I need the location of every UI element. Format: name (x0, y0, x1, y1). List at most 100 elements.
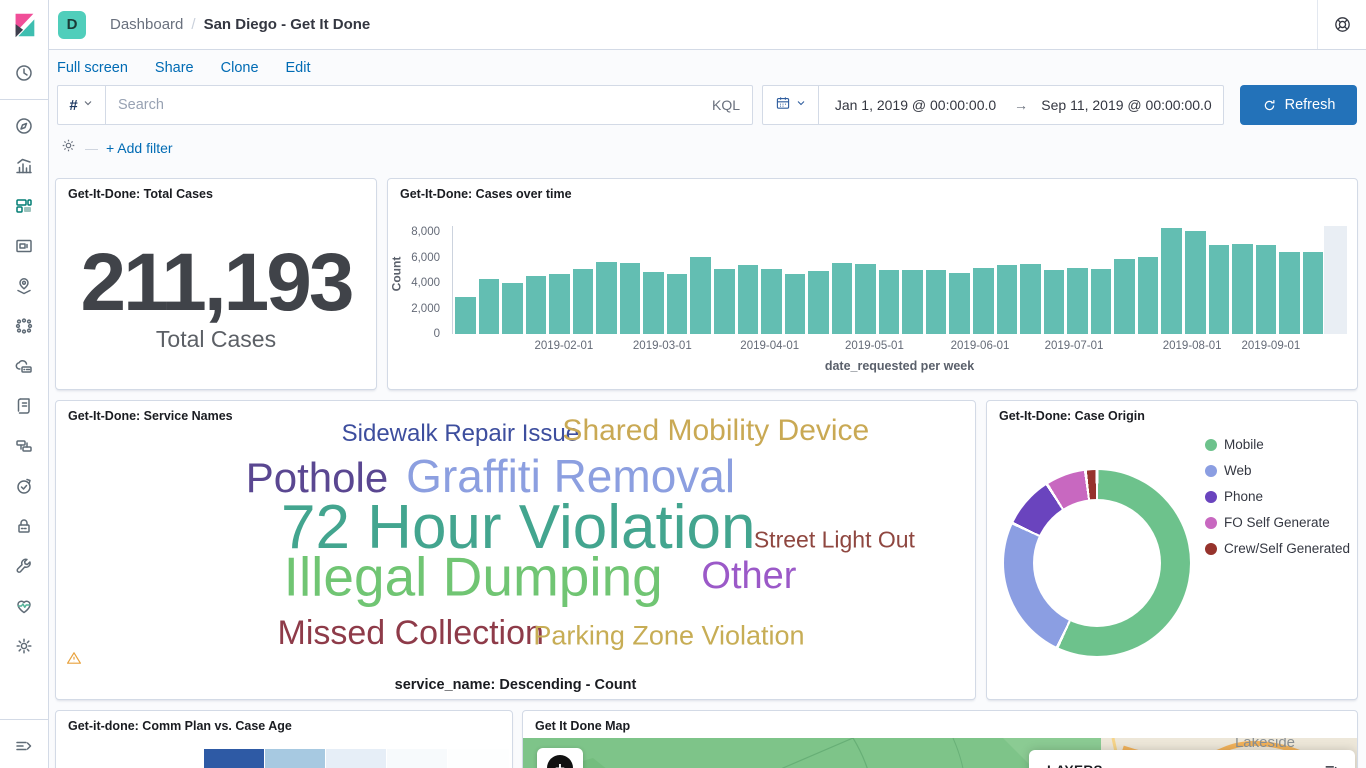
map-zoom-in-button[interactable]: + (537, 748, 583, 768)
bar[interactable] (1209, 245, 1230, 334)
sidebar-item-dashboard[interactable] (0, 186, 48, 226)
heatmap-cell[interactable] (265, 749, 326, 768)
search-input[interactable] (106, 97, 700, 113)
filter-set-dropdown[interactable]: # (58, 86, 106, 124)
bar[interactable] (455, 297, 476, 334)
sidebar-item-logs[interactable] (0, 386, 48, 426)
x-tick-label: 2019-07-01 (1045, 340, 1104, 352)
share-link[interactable]: Share (155, 60, 194, 76)
bar[interactable] (690, 257, 711, 334)
heatmap-cell[interactable] (448, 749, 509, 768)
sidebar-item-infrastructure[interactable] (0, 346, 48, 386)
layers-collapse-icon[interactable] (1323, 761, 1341, 768)
bar[interactable] (997, 265, 1018, 335)
bar[interactable] (879, 270, 900, 334)
refresh-button[interactable]: Refresh (1240, 85, 1357, 125)
tag-cloud-word[interactable]: Parking Zone Violation (533, 622, 804, 649)
bar[interactable] (479, 279, 500, 334)
sidebar-item-visualize[interactable] (0, 146, 48, 186)
sidebar-item-uptime[interactable] (0, 466, 48, 506)
tag-cloud-word[interactable]: Sidewalk Repair Issue (342, 422, 579, 446)
edit-link[interactable]: Edit (286, 60, 311, 76)
sidebar-item-machine-learning[interactable] (0, 306, 48, 346)
bar[interactable] (761, 269, 782, 334)
tag-cloud-word[interactable]: Other (701, 557, 796, 595)
space-badge[interactable]: D (58, 11, 86, 39)
heatmap-cell[interactable] (326, 749, 387, 768)
full-screen-link[interactable]: Full screen (57, 60, 128, 76)
sidebar-item-maps[interactable] (0, 266, 48, 306)
collapse-navigation-icon[interactable] (0, 726, 48, 766)
bar[interactable] (1185, 231, 1206, 334)
bar[interactable] (1067, 268, 1088, 334)
end-date-field[interactable]: Sep 11, 2019 @ 00:00:00.0 (1030, 97, 1223, 113)
bar[interactable] (1020, 264, 1041, 334)
bar[interactable] (949, 273, 970, 334)
legend-label: FO Self Generate (1224, 515, 1330, 530)
sidebar-item-discover[interactable] (0, 106, 48, 146)
x-tick-label: 2019-05-01 (845, 340, 904, 352)
legend-item[interactable]: Mobile (1205, 437, 1350, 452)
y-tick-label: 4,000 (411, 277, 440, 289)
map-canvas[interactable]: + Lakeside LAYERS (523, 738, 1357, 768)
bar[interactable] (1161, 228, 1182, 334)
bar[interactable] (973, 268, 994, 334)
bar[interactable] (1279, 252, 1300, 334)
bar[interactable] (526, 276, 547, 334)
tag-cloud-word[interactable]: Missed Collection (277, 616, 543, 650)
filter-options-gear-icon[interactable] (60, 137, 77, 159)
bar[interactable] (596, 262, 617, 334)
query-language-toggle[interactable]: KQL (700, 97, 752, 113)
legend-item[interactable]: FO Self Generate (1205, 515, 1350, 530)
sidebar-item-apm[interactable] (0, 426, 48, 466)
bar[interactable] (620, 263, 641, 334)
legend-item[interactable]: Phone (1205, 489, 1350, 504)
sidebar-item-siem[interactable] (0, 506, 48, 546)
bar[interactable] (808, 271, 829, 334)
bar[interactable] (1303, 252, 1324, 334)
legend-item[interactable]: Web (1205, 463, 1350, 478)
sidebar-item-dev-tools[interactable] (0, 546, 48, 586)
bar[interactable] (1044, 270, 1065, 334)
bar[interactable] (1232, 244, 1253, 335)
add-filter-button[interactable]: + Add filter (106, 140, 173, 156)
heatmap-row (204, 749, 509, 768)
recently-viewed-icon[interactable] (0, 53, 48, 93)
bar[interactable] (549, 274, 570, 334)
bar[interactable] (714, 269, 735, 334)
bar[interactable] (926, 270, 947, 334)
bar[interactable] (1256, 245, 1277, 334)
tag-cloud-word[interactable]: Street Light Out (754, 528, 915, 551)
bar[interactable] (785, 274, 806, 334)
bar[interactable] (573, 269, 594, 334)
tag-cloud-word[interactable]: Graffiti Removal (406, 453, 735, 499)
bar[interactable] (1114, 259, 1135, 334)
heatmap-cell[interactable] (387, 749, 448, 768)
panel-map: Get It Done Map + Lakeside LAY (522, 710, 1358, 768)
bar[interactable] (667, 274, 688, 334)
breadcrumb-dashboard[interactable]: Dashboard (110, 16, 183, 33)
tag-cloud-word[interactable]: Illegal Dumping (284, 549, 663, 604)
donut-chart[interactable] (1004, 470, 1190, 656)
x-tick-label: 2019-03-01 (633, 340, 692, 352)
bar[interactable] (502, 283, 523, 334)
bar[interactable] (855, 264, 876, 334)
bar[interactable] (643, 272, 664, 334)
legend-item[interactable]: Crew/Self Generated (1205, 541, 1350, 556)
calendar-dropdown[interactable] (763, 86, 819, 124)
sidebar-item-management[interactable] (0, 626, 48, 666)
bar[interactable] (902, 270, 923, 334)
bar[interactable] (1138, 257, 1159, 334)
heatmap-cell[interactable] (204, 749, 265, 768)
warning-icon[interactable] (66, 650, 82, 671)
help-icon[interactable] (1318, 15, 1366, 34)
kibana-logo[interactable] (0, 0, 48, 50)
start-date-field[interactable]: Jan 1, 2019 @ 00:00:00.0 (819, 97, 1012, 113)
clone-link[interactable]: Clone (221, 60, 259, 76)
bar[interactable] (1091, 269, 1112, 334)
bar[interactable] (832, 263, 853, 334)
sidebar-item-canvas[interactable] (0, 226, 48, 266)
tag-cloud-word[interactable]: Shared Mobility Device (562, 416, 869, 446)
sidebar-item-stack-monitoring[interactable] (0, 586, 48, 626)
bar[interactable] (738, 265, 759, 334)
